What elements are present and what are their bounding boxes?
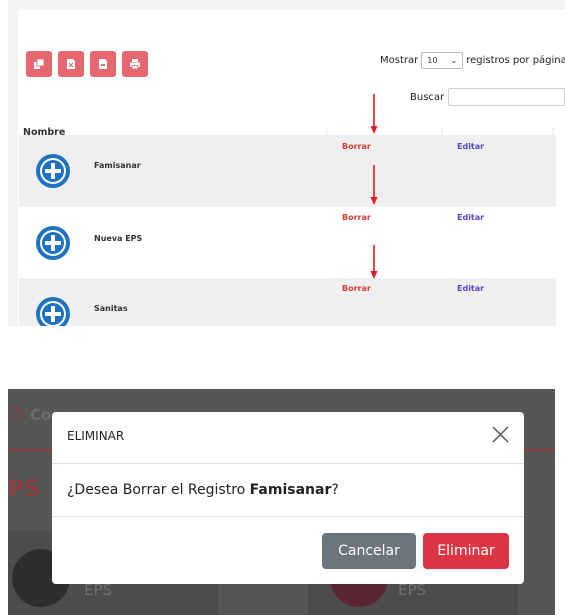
delete-link[interactable]: Borrar [342,284,371,293]
print-icon [130,59,140,70]
length-menu: Mostrar 10 ⌄ registros por página [380,52,565,69]
search-input[interactable] [448,88,565,106]
table-row: Famisanar Borrar Editar [19,135,556,207]
row-name: Sanitas [94,304,128,313]
edit-link[interactable]: Editar [457,213,484,222]
chevron-down-icon: ⌄ [450,56,458,65]
delete-confirm-screen: ✕ Cons PS EPS EPS ELIMINAR ¿Desea Borrar… [8,389,555,615]
dialog-title: ELIMINAR [67,429,125,443]
search-label: Buscar [410,91,445,103]
page-length-select[interactable]: 10 ⌄ [421,52,464,69]
copy-icon [34,58,45,69]
excel-button[interactable] [58,51,84,77]
search-box: Buscar [410,88,565,106]
length-suffix: registros por página [466,55,565,66]
close-circle-icon: ✕ [10,407,24,421]
delete-link[interactable]: Borrar [342,213,371,222]
edit-link[interactable]: Editar [457,284,484,293]
arrow-annotation-icon [370,94,378,134]
length-prefix: Mostrar [380,55,419,66]
arrow-annotation-icon [370,165,378,205]
arrow-annotation-icon [370,245,378,279]
page-length-value: 10 [427,56,438,65]
close-icon[interactable] [491,425,510,444]
dialog-header: ELIMINAR [52,412,524,464]
table-row: Sanitas Borrar Editar [19,278,556,326]
table-row: Nueva EPS Borrar Editar [19,207,556,279]
delete-button[interactable]: Eliminar [423,533,509,569]
dialog-message: ¿Desea Borrar el Registro Famisanar? [67,482,339,498]
copy-button[interactable] [26,51,52,77]
record-name: Famisanar [249,482,332,498]
plus-circle-icon[interactable] [36,154,70,188]
confirm-dialog: ELIMINAR ¿Desea Borrar el Registro Famis… [52,412,524,584]
print-button[interactable] [122,51,148,77]
pdf-file-icon [99,59,107,69]
pdf-button[interactable] [90,51,116,77]
row-name: Nueva EPS [94,234,143,243]
message-prefix: ¿Desea Borrar el Registro [67,482,250,498]
dialog-footer-divider [52,516,524,517]
edit-link[interactable]: Editar [457,142,484,151]
plus-circle-icon[interactable] [36,297,70,326]
excel-file-icon [67,59,75,69]
cancel-button[interactable]: Cancelar [322,533,416,569]
eps-list-panel: Mostrar 10 ⌄ registros por página Buscar… [8,0,565,326]
message-suffix: ? [331,482,339,498]
table-card: Mostrar 10 ⌄ registros por página Buscar… [18,10,565,326]
delete-link[interactable]: Borrar [342,142,371,151]
row-name: Famisanar [94,161,141,170]
background-heading: PS [8,477,40,502]
plus-circle-icon[interactable] [36,226,70,260]
